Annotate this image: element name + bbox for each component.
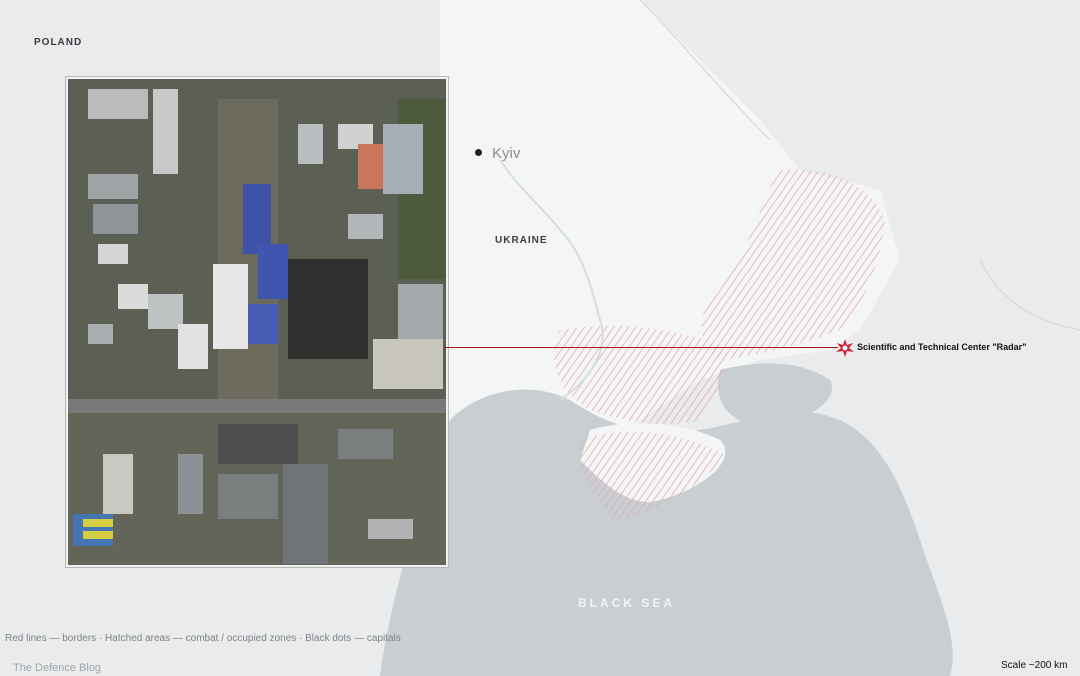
country-label-ukraine: UKRAINE	[495, 235, 548, 246]
city-label-kyiv: Kyiv	[492, 145, 521, 162]
source-credit: The Defence Blog	[13, 662, 102, 674]
country-label-poland: POLAND	[34, 37, 83, 48]
capital-dot	[475, 149, 482, 156]
satellite-inset[interactable]	[66, 77, 448, 567]
satellite-image	[68, 79, 446, 565]
leader-line	[444, 347, 838, 348]
map-legend: Red lines — borders · Hatched areas — co…	[5, 633, 401, 644]
target-label: Scientific and Technical Center "Radar"	[857, 342, 1027, 352]
scale-indicator: Scale ~200 km	[1001, 660, 1068, 671]
explosion-icon[interactable]	[836, 339, 854, 357]
sea-label: BLACK SEA	[578, 596, 676, 610]
